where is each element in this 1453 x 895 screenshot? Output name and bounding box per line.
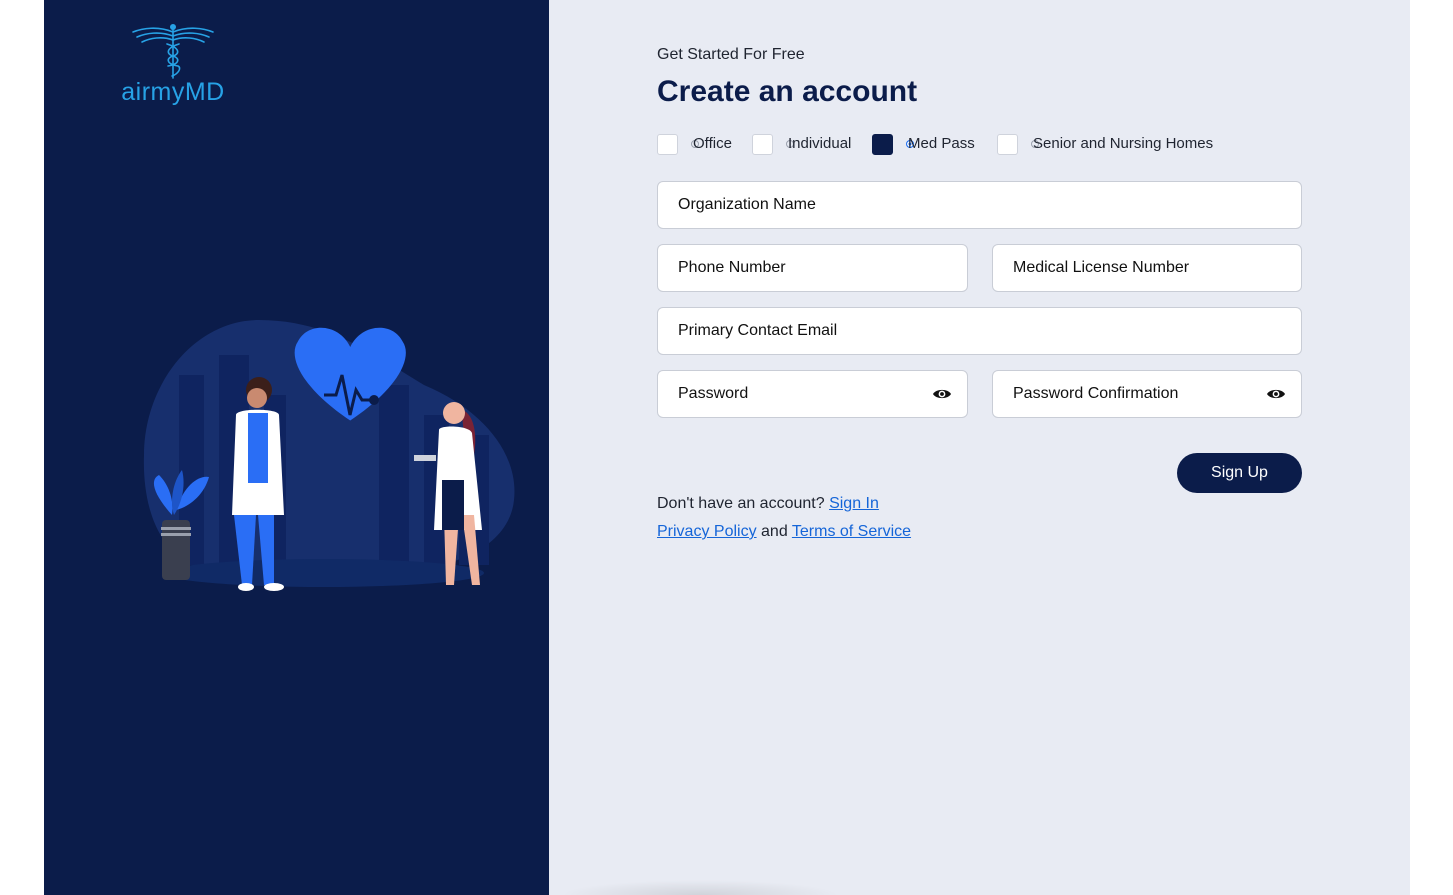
medical-license-number-field[interactable]: Medical License Number bbox=[992, 244, 1302, 292]
doctors-illustration bbox=[143, 320, 515, 591]
eye-icon[interactable] bbox=[1266, 386, 1286, 402]
password-label: Password bbox=[678, 385, 749, 402]
medical-license-number-label: Medical License Number bbox=[1013, 259, 1190, 276]
signup-form-panel: Get Started For Free Create an account O… bbox=[549, 0, 1410, 895]
phone-number-label: Phone Number bbox=[678, 259, 786, 276]
account-type-office-label: Office bbox=[693, 135, 732, 152]
account-type-individual-checkbox[interactable] bbox=[752, 134, 773, 155]
bottom-shadow bbox=[560, 880, 840, 895]
account-type-senior-nursing[interactable]: Senior and Nursing Homes bbox=[997, 133, 1227, 157]
privacy-policy-link[interactable]: Privacy Policy bbox=[657, 523, 757, 540]
account-type-med-pass[interactable]: Med Pass bbox=[872, 133, 982, 157]
left-brand-panel: airmyMD bbox=[44, 0, 549, 895]
eye-icon[interactable] bbox=[932, 386, 952, 402]
account-type-individual-label: Individual bbox=[788, 135, 852, 152]
terms-of-service-link[interactable]: Terms of Service bbox=[792, 523, 911, 540]
primary-contact-email-field[interactable]: Primary Contact Email bbox=[657, 307, 1302, 355]
sign-up-button[interactable]: Sign Up bbox=[1177, 453, 1302, 493]
brand-logo: airmyMD bbox=[118, 22, 228, 112]
caduceus-logo-icon bbox=[132, 24, 214, 79]
primary-contact-email-label: Primary Contact Email bbox=[678, 322, 838, 339]
password-field[interactable]: Password bbox=[657, 370, 968, 418]
legal-links: Privacy Policy and Terms of Service bbox=[657, 523, 911, 541]
account-type-selector: Office Individual Med Pass Senior and Nu… bbox=[657, 133, 1302, 157]
sign-in-link[interactable]: Sign In bbox=[829, 495, 879, 512]
password-confirmation-label: Password Confirmation bbox=[1013, 385, 1179, 402]
brand-name: airmyMD bbox=[121, 78, 225, 106]
and-text: and bbox=[761, 523, 788, 540]
account-type-office-checkbox[interactable] bbox=[657, 134, 678, 155]
account-type-med-pass-checkbox[interactable] bbox=[872, 134, 893, 155]
page-subtitle: Get Started For Free bbox=[657, 46, 805, 63]
organization-name-label: Organization Name bbox=[678, 196, 816, 213]
page-title: Create an account bbox=[657, 75, 918, 108]
organization-name-field[interactable]: Organization Name bbox=[657, 181, 1302, 229]
no-account-text: Don't have an account? bbox=[657, 495, 825, 512]
phone-number-field[interactable]: Phone Number bbox=[657, 244, 968, 292]
account-type-senior-nursing-label: Senior and Nursing Homes bbox=[1033, 135, 1214, 152]
account-type-med-pass-label: Med Pass bbox=[908, 135, 975, 152]
password-confirmation-field[interactable]: Password Confirmation bbox=[992, 370, 1302, 418]
account-type-office[interactable]: Office bbox=[657, 133, 737, 157]
sign-in-prompt: Don't have an account? Sign In bbox=[657, 495, 879, 513]
account-type-senior-nursing-checkbox[interactable] bbox=[997, 134, 1018, 155]
account-type-individual[interactable]: Individual bbox=[752, 133, 857, 157]
